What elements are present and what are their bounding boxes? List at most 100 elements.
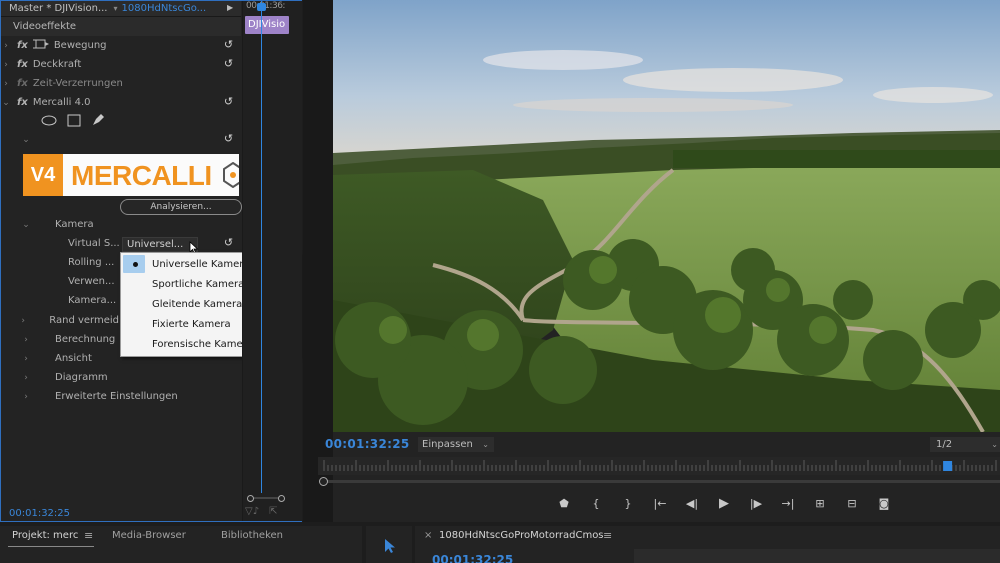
program-monitor-zoom-scrollbar[interactable] — [318, 477, 1000, 487]
effect-label: Mercalli 4.0 — [32, 97, 91, 108]
mark-in-button[interactable]: { — [580, 494, 612, 512]
reset-icon[interactable]: ↺ — [222, 133, 235, 145]
disclosure-triangle-open-icon[interactable]: ⌄ — [1, 98, 11, 108]
in-point-icon: { — [592, 496, 600, 510]
play-button[interactable]: ▶ — [708, 494, 740, 512]
tab-project[interactable]: Projekt: merc — [12, 530, 78, 541]
group-label: Diagramm — [55, 372, 108, 383]
scrollbar-handle-left[interactable] — [247, 495, 254, 502]
fx-icon[interactable]: fx — [17, 40, 28, 51]
step-forward-button[interactable]: |▶ — [740, 494, 772, 512]
scrollbar-track[interactable] — [324, 480, 1000, 483]
group-label: Ansicht — [55, 353, 92, 364]
reset-icon[interactable]: ↺ — [222, 58, 235, 70]
active-clip-label[interactable]: 1080HdNtscGo... — [122, 3, 207, 14]
rectangle-mask-icon[interactable] — [67, 114, 81, 130]
tab-media-browser[interactable]: Media-Browser — [112, 530, 186, 541]
chevron-right-icon[interactable]: ▶ — [227, 3, 233, 12]
group-edge-avoid[interactable]: › Rand vermeid — [21, 311, 119, 330]
effect-row-time-remapping[interactable]: › fx Zeit-Verzerrungen — [1, 74, 241, 93]
add-marker-button[interactable]: ⬟ — [548, 494, 580, 512]
chevron-down-icon[interactable]: ▾ — [114, 4, 118, 13]
group-label: Kamera — [55, 219, 94, 230]
playhead-line[interactable] — [261, 1, 262, 493]
effect-controls-timecode[interactable]: 00:01:32:25 — [9, 508, 70, 519]
go-to-out-icon: →| — [781, 496, 795, 510]
tab-sequence[interactable]: 1080HdNtscGoProMotorradCmos — [439, 530, 604, 541]
reset-icon[interactable]: ↺ — [222, 237, 235, 249]
mercalli-logo: V4 MERCALLI — [23, 154, 239, 196]
param-rolling-shutter: Rolling ... — [68, 253, 118, 272]
program-monitor-timecode[interactable]: 00:01:32:25 — [325, 437, 410, 451]
disclosure-triangle-icon[interactable]: › — [1, 60, 11, 70]
disclosure-triangle-open-icon[interactable]: ⌄ — [21, 220, 31, 230]
insert-icon: ⊞ — [815, 496, 825, 510]
go-to-in-button[interactable]: |← — [644, 494, 676, 512]
effect-controls-panel: Master * DJIVision... ▾ 1080HdNtscGo... … — [0, 0, 302, 522]
overwrite-button[interactable]: ⊟ — [836, 494, 868, 512]
effect-row-motion[interactable]: › fx Bewegung — [1, 36, 241, 55]
export-frame-button[interactable]: ◙ — [868, 494, 900, 512]
ellipse-mask-icon[interactable] — [41, 115, 57, 129]
effect-label: Zeit-Verzerrungen — [32, 78, 123, 89]
scrollbar-track[interactable] — [251, 497, 281, 499]
effect-row-mercalli[interactable]: ⌄ fx Mercalli 4.0 — [1, 93, 241, 112]
group-calculation[interactable]: › Berechnung — [21, 330, 119, 349]
analyze-button[interactable]: Analysieren... — [120, 199, 242, 215]
zoom-level-select[interactable]: Einpassen ⌄ — [418, 437, 494, 452]
timeline-ruler[interactable] — [634, 549, 1000, 563]
virtual-camera-select[interactable]: Universel... — [122, 237, 198, 252]
program-monitor-time-ruler[interactable] — [318, 457, 1000, 475]
disclosure-triangle-icon[interactable]: › — [21, 316, 25, 326]
hamburger-menu-icon[interactable]: ≡ — [603, 529, 612, 542]
master-clip-label[interactable]: Master * DJIVision... — [9, 3, 108, 14]
group-label: Rand vermeid — [49, 315, 119, 326]
insert-button[interactable]: ⊞ — [804, 494, 836, 512]
selection-tool-icon[interactable] — [383, 538, 397, 554]
disclosure-triangle-icon[interactable]: › — [1, 79, 11, 89]
scrollbar-handle[interactable] — [319, 477, 328, 486]
group-advanced-settings[interactable]: › Erweiterte Einstellungen — [21, 387, 221, 406]
param-label: Kamera... — [68, 295, 117, 306]
chevron-down-icon: ⌄ — [482, 440, 489, 449]
mark-out-button[interactable]: } — [612, 494, 644, 512]
effect-row-opacity[interactable]: › fx Deckkraft — [1, 55, 241, 74]
program-monitor-video-frame[interactable] — [333, 0, 1000, 432]
play-icon: ▶ — [719, 495, 729, 511]
playhead-handle[interactable] — [257, 3, 266, 11]
export-icon[interactable]: ⇱ — [269, 506, 277, 517]
tab-libraries[interactable]: Bibliotheken — [221, 530, 283, 541]
group-diagram[interactable]: › Diagramm — [21, 368, 221, 387]
disclosure-triangle-icon[interactable]: › — [1, 41, 11, 51]
effect-label: Deckkraft — [32, 59, 82, 70]
mercalli-subgroup-toggle[interactable]: ⌄ — [21, 130, 61, 149]
fx-icon: fx — [17, 78, 28, 89]
effect-controls-timeline[interactable]: 00:01:36: DJIVisio — [242, 1, 302, 521]
filter-icon[interactable]: ▽♪ — [245, 506, 259, 517]
disclosure-triangle-icon[interactable]: › — [21, 373, 31, 383]
disclosure-triangle-icon[interactable]: › — [21, 354, 31, 364]
pen-mask-icon[interactable] — [91, 113, 105, 130]
reset-icon[interactable]: ↺ — [222, 96, 235, 108]
step-back-button[interactable]: ◀| — [676, 494, 708, 512]
param-use: Verwen... — [68, 272, 118, 291]
disclosure-triangle-open-icon[interactable]: ⌄ — [21, 135, 31, 145]
go-to-out-button[interactable]: →| — [772, 494, 804, 512]
mini-timeline-zoom-scrollbar[interactable] — [247, 495, 285, 502]
close-icon[interactable]: × — [424, 530, 432, 541]
playhead-handle[interactable] — [943, 461, 953, 471]
group-camera[interactable]: ⌄ Kamera — [21, 215, 221, 234]
mini-timeline-clip[interactable]: DJIVisio — [245, 16, 289, 34]
fx-icon[interactable]: fx — [17, 59, 28, 70]
scrollbar-handle-right[interactable] — [278, 495, 285, 502]
mercalli-logo-version: V4 — [23, 154, 63, 196]
playback-resolution-select[interactable]: 1/2 ⌄ — [930, 437, 1000, 452]
motion-icon[interactable] — [32, 38, 49, 53]
disclosure-triangle-icon[interactable]: › — [21, 335, 31, 345]
hamburger-menu-icon[interactable]: ≡ — [84, 529, 93, 542]
reset-icon[interactable]: ↺ — [222, 39, 235, 51]
timeline-timecode[interactable]: 00:01:32:25 — [432, 553, 513, 563]
go-to-in-icon: |← — [653, 496, 667, 510]
fx-icon[interactable]: fx — [17, 97, 28, 108]
disclosure-triangle-icon[interactable]: › — [21, 392, 31, 402]
